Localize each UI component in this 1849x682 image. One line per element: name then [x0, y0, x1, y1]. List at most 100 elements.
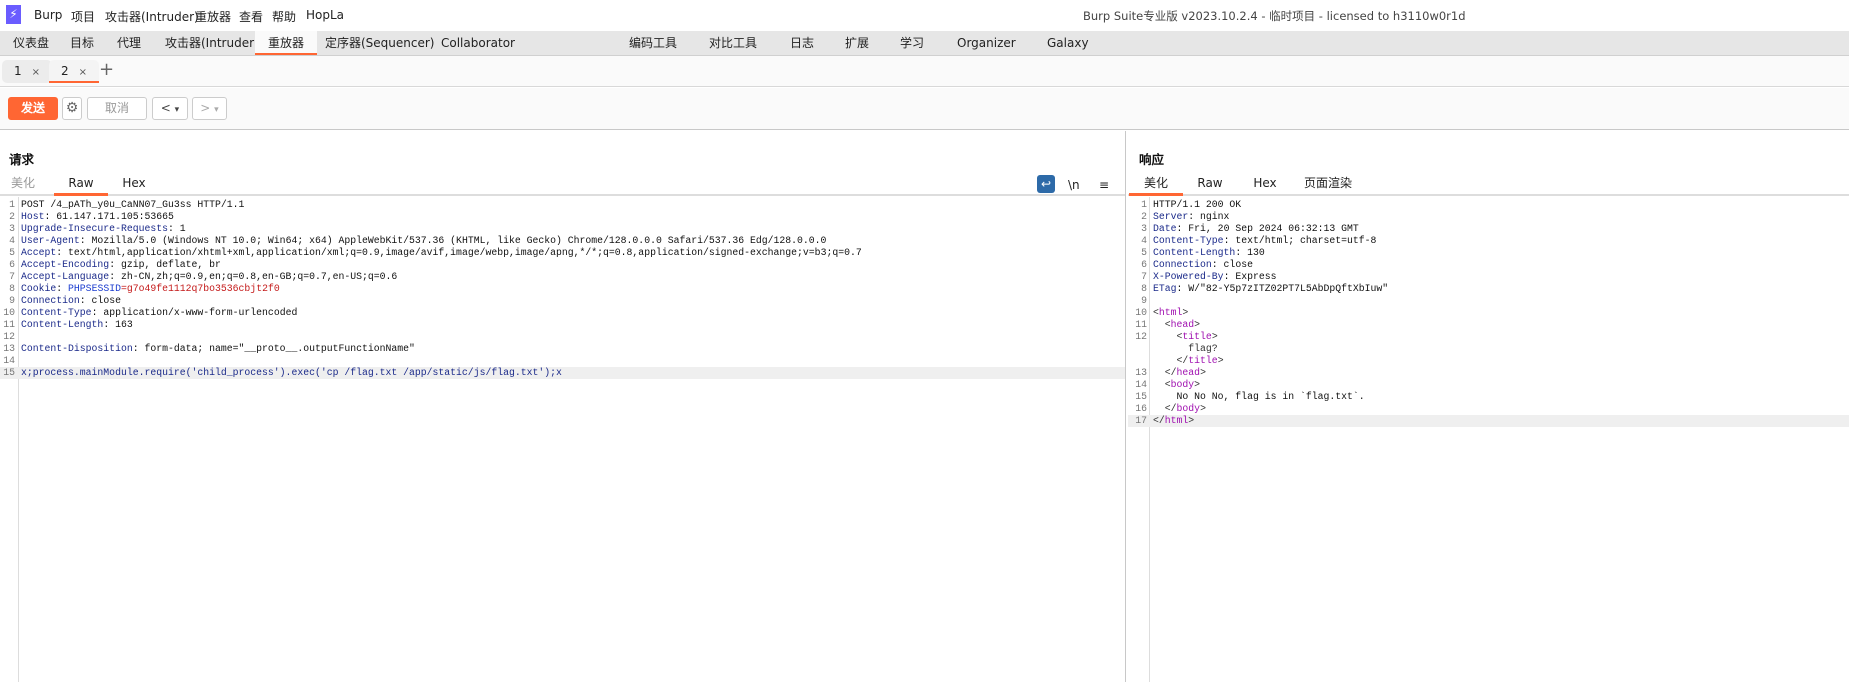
line-number: 14 — [3, 355, 15, 366]
word-wrap-icon[interactable]: ↩ — [1037, 175, 1055, 193]
code-token: : 1 — [167, 223, 186, 234]
code-token: : gzip, deflate, br — [109, 259, 221, 270]
code-line: 8 Cookie: PHPSESSID=g7o49fe1112q7bo3536cb… — [0, 283, 1125, 295]
code-token: Connection — [21, 295, 80, 306]
code-line: 2 Host: 61.147.171.105:53665 — [0, 211, 1125, 223]
code-token: : Fri, 20 Sep 2024 06:32:13 GMT — [1176, 223, 1359, 234]
code-line: 15 x;process.mainModule.require('child_pr… — [0, 367, 1125, 379]
add-tab-plus-icon[interactable]: + — [99, 59, 114, 80]
menu-help[interactable]: 帮助 — [272, 8, 296, 25]
code-line: 12 — [0, 331, 1125, 343]
nav-repeater[interactable]: 重放器 — [255, 31, 318, 55]
code-token: > — [1200, 403, 1206, 414]
nav-extensions[interactable]: 扩展 — [832, 31, 882, 55]
code-token: =g7o49fe1112q7bo3536cbjt2f0 — [120, 283, 280, 294]
code-token: </ — [1153, 367, 1177, 378]
nav-organizer[interactable]: Organizer — [944, 31, 1029, 55]
line-number: 15 — [1135, 391, 1147, 402]
code-line: 2 Server: nginx — [1128, 211, 1849, 223]
newline-icon[interactable]: \n — [1068, 178, 1080, 192]
cancel-button[interactable]: 取消 — [87, 97, 147, 120]
main-nav: 仪表盘 目标 代理 攻击器(Intruder) 重放器 定序器(Sequence… — [0, 31, 1849, 56]
code-token: </ — [1153, 403, 1177, 414]
tab-pretty[interactable]: 美化 — [8, 173, 38, 196]
chevron-right-icon: > — [200, 101, 211, 115]
gear-icon[interactable]: ⚙ — [62, 97, 82, 120]
code-line: 9 — [1128, 295, 1849, 307]
menu-burp[interactable]: Burp — [34, 8, 62, 22]
line-number: 8 — [9, 283, 15, 294]
code-line: 14 — [0, 355, 1125, 367]
nav-galaxy[interactable]: Galaxy — [1034, 31, 1102, 55]
line-number: 4 — [1141, 235, 1147, 246]
menu-project[interactable]: 项目 — [71, 8, 95, 25]
line-number: 17 — [1135, 415, 1147, 426]
code-line: 4 User-Agent: Mozilla/5.0 (Windows NT 10.… — [0, 235, 1125, 247]
code-token: x;process.mainModule.require('child_proc… — [21, 367, 562, 378]
tab-label: 2 — [61, 64, 69, 78]
line-number: 2 — [9, 211, 15, 222]
code-token: POST /4_pATh_y0u_CaNN07_Gu3ss HTTP/1.1 — [21, 199, 245, 210]
menu-repeater[interactable]: 重放器 — [195, 8, 231, 25]
tab-hex[interactable]: Hex — [118, 173, 150, 196]
close-icon[interactable]: × — [79, 67, 87, 78]
line-number: 12 — [3, 331, 15, 342]
nav-logger[interactable]: 日志 — [777, 31, 827, 55]
code-line: 5 Accept: text/html,application/xhtml+xml… — [0, 247, 1125, 259]
menu-intruder[interactable]: 攻击器(Intruder) — [105, 8, 199, 25]
menu-hopla[interactable]: HopLa — [306, 8, 344, 22]
nav-intruder[interactable]: 攻击器(Intruder) — [152, 31, 272, 55]
repeater-tab-2[interactable]: 2 × — [49, 60, 100, 83]
code-token: > — [1182, 307, 1189, 318]
line-number: 1 — [1141, 199, 1147, 210]
code-line: 16 </body> — [1128, 403, 1849, 415]
request-editor[interactable]: 1 POST /4_pATh_y0u_CaNN07_Gu3ss HTTP/1.1 2… — [0, 197, 1125, 682]
nav-decoder[interactable]: 编码工具 — [616, 31, 690, 55]
code-line: 13 Content-Disposition: form-data; name="… — [0, 343, 1125, 355]
line-number: 16 — [1135, 403, 1147, 414]
close-icon[interactable]: × — [32, 67, 40, 78]
chevron-down-icon[interactable]: ▾ — [175, 105, 180, 115]
code-token: Content-Length — [21, 319, 104, 330]
code-line: 7 X-Powered-By: Express — [1128, 271, 1849, 283]
send-button[interactable]: 发送 — [8, 97, 58, 120]
line-number: 11 — [1135, 319, 1147, 330]
nav-collaborator[interactable]: Collaborator — [428, 31, 528, 55]
nav-proxy[interactable]: 代理 — [104, 31, 154, 55]
code-token: Content-Disposition — [21, 343, 133, 354]
code-line: 15 No No No, flag is in `flag.txt`. — [1128, 391, 1849, 403]
code-token: > — [1194, 379, 1201, 390]
code-line: 8 ETag: W/"82-Y5p7zITZ02PT7L5AbDpQftXbIuw… — [1128, 283, 1849, 295]
tab-render[interactable]: 页面渲染 — [1302, 173, 1354, 196]
tab-pretty[interactable]: 美化 — [1129, 173, 1183, 196]
code-token: : form-data; name="__proto__.outputFunct… — [132, 343, 415, 354]
nav-target[interactable]: 目标 — [57, 31, 107, 55]
menu-view[interactable]: 查看 — [239, 8, 263, 25]
code-line: 11 Content-Length: 163 — [0, 319, 1125, 331]
line-number: 15 — [3, 367, 15, 378]
line-number: 1 — [9, 199, 15, 210]
tab-raw[interactable]: Raw — [54, 173, 108, 196]
line-number: 2 — [1141, 211, 1147, 222]
code-line: 14 <body> — [1128, 379, 1849, 391]
tab-hex[interactable]: Hex — [1250, 173, 1280, 196]
tab-raw[interactable]: Raw — [1194, 173, 1226, 196]
back-button[interactable]: < ▾ — [152, 97, 188, 120]
chevron-down-icon[interactable]: ▾ — [214, 105, 219, 115]
code-line: 6 Connection: close — [1128, 259, 1849, 271]
line-number: 7 — [9, 271, 15, 282]
code-token: ETag — [1153, 283, 1177, 294]
response-editor[interactable]: 1 HTTP/1.1 200 OK 2 Server: nginx 3 Date: Fri… — [1128, 197, 1849, 682]
forward-button[interactable]: > ▾ — [192, 97, 227, 120]
repeater-tab-1[interactable]: 1 × — [2, 60, 53, 83]
code-token: Content-Type — [21, 307, 92, 318]
code-line: 17 </html> — [1128, 415, 1849, 427]
menu-icon[interactable]: ≡ — [1099, 178, 1109, 192]
burp-logo-icon: ⚡ — [6, 5, 21, 24]
code-token: : W/"82-Y5p7zITZ02PT7L5AbDpQftXbIuw" — [1176, 283, 1389, 294]
code-line: 6 Accept-Encoding: gzip, deflate, br — [0, 259, 1125, 271]
line-number: 13 — [3, 343, 15, 354]
nav-comparer[interactable]: 对比工具 — [696, 31, 770, 55]
nav-dashboard[interactable]: 仪表盘 — [0, 31, 62, 55]
nav-learn[interactable]: 学习 — [887, 31, 937, 55]
